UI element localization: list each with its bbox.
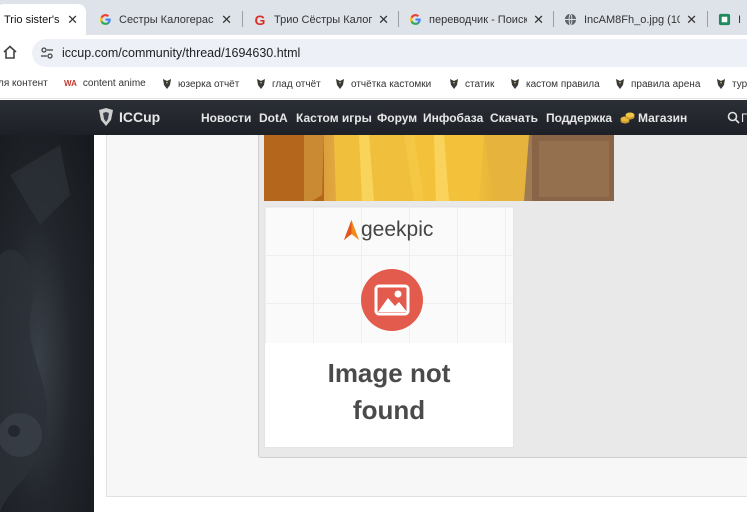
background-artwork — [0, 135, 94, 512]
tab-title: Im — [738, 13, 741, 26]
bookmark-label: ля контент — [0, 78, 48, 89]
green-app-icon — [717, 13, 731, 27]
bookmark-label: content anime — [82, 78, 146, 89]
tab-title: Trio sister's — [4, 13, 60, 26]
search-label[interactable]: П — [741, 111, 747, 125]
tab-perevodchik[interactable]: переводчик - Поиск ✕ — [400, 4, 552, 35]
site-logo[interactable]: ICCup — [96, 107, 160, 127]
bookmark-item[interactable]: ля контент — [0, 78, 48, 89]
bookmark-label: правила арена — [631, 78, 701, 90]
message-line-1: Image not — [327, 358, 451, 388]
bookmark-item[interactable]: тур — [716, 78, 747, 90]
tab-im[interactable]: Im — [709, 4, 747, 35]
search-icon[interactable] — [727, 111, 740, 124]
geekpic-logo-icon — [344, 220, 359, 240]
tab-separator — [707, 11, 708, 27]
tab-trio-sestry[interactable]: G Трио Сёстры Калогер ✕ — [245, 4, 397, 35]
google-icon — [98, 13, 112, 27]
google-icon — [408, 13, 422, 27]
bookmark-item[interactable]: кастом правила — [510, 78, 600, 90]
tab-separator — [242, 11, 243, 27]
image-not-found-text: Image not found — [265, 355, 513, 429]
browser-toolbar: iccup.com/community/thread/1694630.html — [0, 35, 747, 71]
shield-icon — [336, 79, 344, 89]
close-icon[interactable]: ✕ — [686, 12, 697, 28]
shield-icon — [163, 79, 171, 89]
address-bar[interactable]: iccup.com/community/thread/1694630.html — [32, 39, 747, 67]
iccup-logo-icon — [99, 108, 113, 126]
bookmark-label: тур — [732, 78, 747, 90]
nav-infobase[interactable]: Инфобаза — [423, 111, 483, 125]
bookmark-item[interactable]: юзерка отчёт — [162, 78, 239, 90]
tab-sestry-kalogeras[interactable]: Сестры Калогерас Би ✕ — [90, 4, 240, 35]
nav-dota[interactable]: DotA — [259, 111, 288, 125]
warrior-art-image — [0, 145, 70, 512]
bookmark-label: юзерка отчёт — [178, 78, 240, 90]
shield-icon — [717, 79, 725, 89]
globe-icon — [563, 13, 577, 27]
coins-icon — [620, 112, 635, 124]
wa-icon: WA — [64, 79, 77, 88]
nav-support[interactable]: Поддержка — [546, 111, 612, 125]
yellow-dress-photo — [264, 135, 614, 201]
tab-title: IncAM8Fh_o.jpg (106 — [584, 13, 681, 26]
bookmark-label: отчётка кастомки — [351, 78, 432, 90]
tab-strip: Trio sister's ✕ Сестры Калогерас Би ✕ G … — [0, 0, 747, 35]
logo-text: ICCup — [119, 109, 161, 125]
nav-custom-games[interactable]: Кастом игры — [296, 111, 372, 125]
bookmark-item[interactable]: WA content anime — [64, 78, 146, 89]
tab-title: Сестры Калогерас Би — [119, 13, 215, 26]
bookmark-item[interactable]: глад отчёт — [256, 78, 321, 90]
site-header: ICCup Новости DotA Кастом игры Форум Инф… — [0, 100, 747, 135]
close-icon[interactable]: ✕ — [378, 12, 389, 28]
message-line-2: found — [352, 395, 426, 425]
nav-news[interactable]: Новости — [201, 111, 251, 125]
bookmark-item[interactable]: статик — [449, 78, 494, 90]
tab-title: переводчик - Поиск — [429, 13, 528, 26]
nav-forum[interactable]: Форум — [377, 111, 417, 125]
geekpic-logo: geekpic — [343, 218, 433, 242]
bookmark-item[interactable]: отчётка кастомки — [335, 78, 431, 90]
shield-icon — [616, 79, 624, 89]
tab-title: Трио Сёстры Калогер — [274, 13, 373, 26]
shield-icon — [511, 79, 519, 89]
post-image[interactable] — [264, 135, 614, 201]
bookmark-item[interactable]: правила арена — [615, 78, 700, 90]
bookmarks-bar: ля контент WA content anime юзерка отчёт… — [0, 71, 747, 99]
nav-download[interactable]: Скачать — [490, 111, 538, 125]
tab-separator — [398, 11, 399, 27]
bookmark-label: кастом правила — [526, 78, 600, 90]
close-icon[interactable]: ✕ — [533, 12, 544, 28]
tab-separator — [553, 11, 554, 27]
close-icon[interactable]: ✕ — [221, 12, 232, 28]
tab-trio-sisters[interactable]: Trio sister's ✕ — [0, 4, 86, 35]
geekpic-brand: geekpic — [361, 218, 434, 241]
site-info-icon[interactable] — [40, 46, 54, 60]
url-text: iccup.com/community/thread/1694630.html — [62, 46, 301, 60]
geekpic-placeholder: geekpic Image not found — [264, 206, 514, 448]
google-red-icon: G — [254, 11, 266, 28]
nav-shop[interactable]: Магазин — [638, 111, 687, 125]
bookmark-label: глад отчёт — [272, 78, 321, 90]
shield-icon — [450, 79, 458, 89]
tab-image-jpg[interactable]: IncAM8Fh_o.jpg (106 ✕ — [555, 4, 705, 35]
home-icon[interactable] — [2, 44, 18, 60]
bookmark-label: статик — [465, 78, 495, 90]
broken-image-icon — [374, 284, 410, 316]
shield-icon — [257, 79, 265, 89]
close-icon[interactable]: ✕ — [67, 12, 78, 28]
